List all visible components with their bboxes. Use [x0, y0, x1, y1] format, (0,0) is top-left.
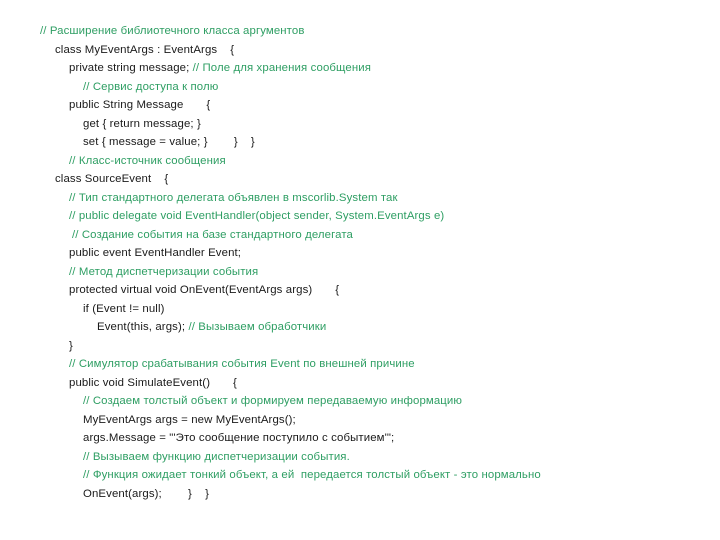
code-token-segment: args.Message = "'Это сообщение поступило… — [83, 432, 395, 444]
code-line: private string message; // Поле для хран… — [0, 59, 720, 78]
code-token-segment: public event EventHandler Event; — [69, 247, 242, 259]
code-comment-segment: // Сервис доступа к полю — [83, 80, 219, 93]
code-line: // Метод диспетчеризации события — [0, 263, 720, 282]
code-token-segment: set { message = value; } } } — [83, 136, 255, 148]
code-line: // Сервис доступа к полю — [0, 78, 720, 97]
code-line: public String Message { — [0, 96, 720, 115]
code-comment-segment: // Метод диспетчеризации события — [69, 265, 259, 278]
code-comment-segment: // Создаем толстый объект и формируем пе… — [83, 395, 463, 407]
code-token-segment: protected virtual void OnEvent(EventArgs… — [69, 284, 340, 296]
code-comment-segment: // Класс-источник сообщения — [69, 154, 226, 167]
code-token-segment: class MyEventArgs : EventArgs { — [55, 43, 235, 56]
code-line: // Вызываем функцию диспетчеризации собы… — [0, 448, 720, 467]
code-token-segment: } — [69, 339, 73, 352]
code-line: args.Message = "'Это сообщение поступило… — [0, 429, 720, 448]
code-line: } — [0, 337, 720, 356]
code-comment-segment: // Тип стандартного делегата объявлен в … — [69, 191, 398, 204]
code-token-segment: public String Message { — [69, 99, 211, 111]
code-line: set { message = value; } } } — [0, 133, 720, 152]
code-line: // Тип стандартного делегата объявлен в … — [0, 189, 720, 208]
code-token-segment: if (Event != null) — [83, 302, 165, 315]
code-token-segment: OnEvent(args); } } — [83, 487, 210, 500]
code-line: class MyEventArgs : EventArgs { — [0, 41, 720, 60]
code-comment-segment: // Создание события на базе стандартного… — [72, 228, 353, 241]
code-line: Event(this, args); // Вызываем обработчи… — [0, 318, 720, 337]
code-token-segment: MyEventArgs args = new MyEventArgs(); — [83, 413, 296, 426]
code-line: MyEventArgs args = new MyEventArgs(); — [0, 411, 720, 430]
code-token-segment: Event(this, args); — [97, 321, 189, 333]
code-listing: // Расширение библиотечного класса аргум… — [0, 22, 720, 503]
code-line: if (Event != null) — [0, 300, 720, 319]
code-line: // Класс-источник сообщения — [0, 152, 720, 171]
code-line: OnEvent(args); } } — [0, 485, 720, 504]
slide-canvas: // Расширение библиотечного класса аргум… — [0, 0, 720, 540]
code-line: protected virtual void OnEvent(EventArgs… — [0, 281, 720, 300]
code-comment-segment: // Расширение библиотечного класса аргум… — [40, 25, 305, 37]
code-comment-segment: // Функция ожидает тонкий объект, а ей п… — [83, 469, 541, 481]
code-line: // Расширение библиотечного класса аргум… — [0, 22, 720, 41]
code-token-segment: public void SimulateEvent() { — [69, 376, 237, 389]
code-line: // Создание события на базе стандартного… — [0, 226, 720, 245]
code-comment-segment: // Вызываем обработчики — [188, 321, 327, 333]
code-line: public void SimulateEvent() { — [0, 374, 720, 393]
code-token-segment: class SourceEvent { — [55, 173, 169, 185]
code-line: // Симулятор срабатывания события Event … — [0, 355, 720, 374]
code-token-segment: private string message; — [69, 62, 193, 74]
code-comment-segment: // Поле для хранения сообщения — [192, 62, 372, 74]
code-comment-segment: // public delegate void EventHandler(obj… — [69, 210, 445, 222]
code-comment-segment: // Симулятор срабатывания события Event … — [69, 358, 415, 370]
code-comment-segment: // Вызываем функцию диспетчеризации собы… — [83, 450, 350, 463]
code-line: get { return message; } — [0, 115, 720, 134]
code-line: // Создаем толстый объект и формируем пе… — [0, 392, 720, 411]
code-line: public event EventHandler Event; — [0, 244, 720, 263]
code-line: // public delegate void EventHandler(obj… — [0, 207, 720, 226]
code-token-segment: get { return message; } — [83, 117, 201, 130]
code-line: // Функция ожидает тонкий объект, а ей п… — [0, 466, 720, 485]
code-line: class SourceEvent { — [0, 170, 720, 189]
